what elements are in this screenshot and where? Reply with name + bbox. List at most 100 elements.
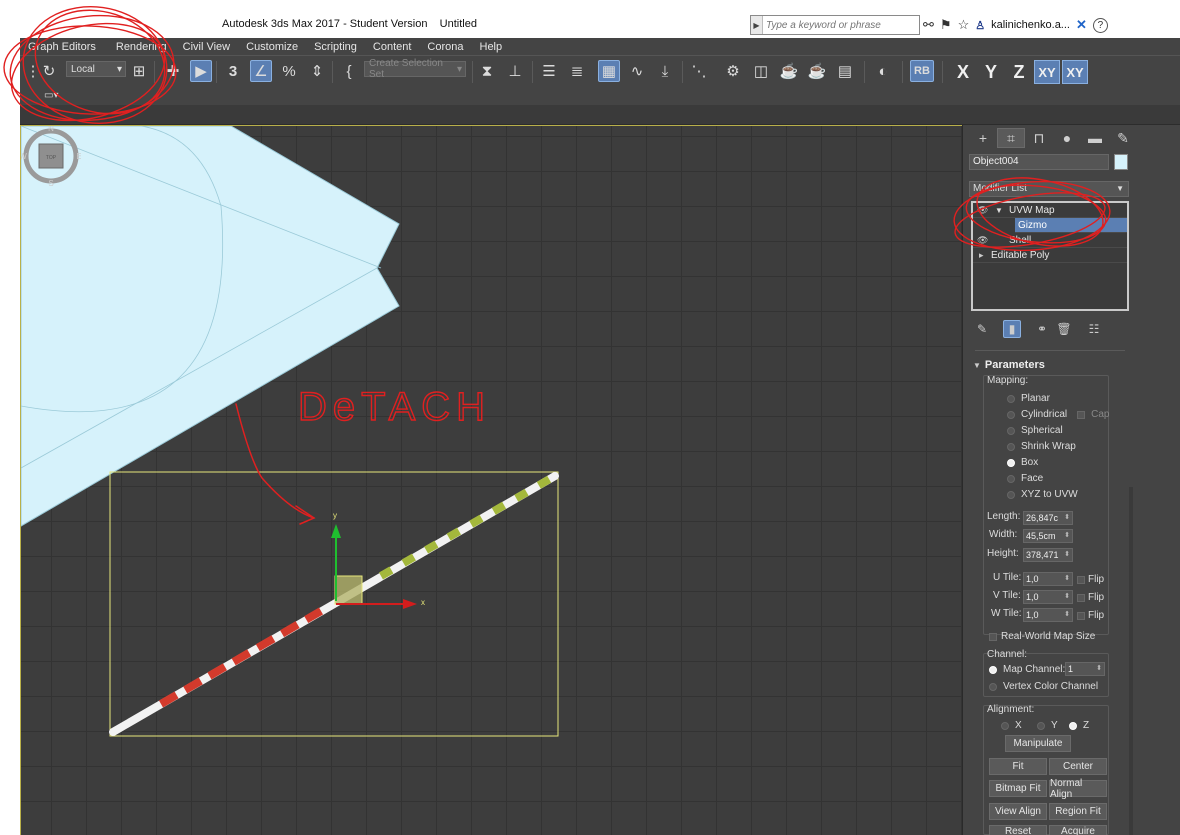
render-frame-icon[interactable]: ☕: [778, 60, 800, 82]
spinner-arrows-icon[interactable]: ⬍: [1096, 663, 1102, 675]
menu-corona[interactable]: Corona: [419, 41, 471, 53]
radio[interactable]: [1001, 721, 1009, 730]
mapping-shrink-wrap[interactable]: Shrink Wrap: [1007, 441, 1076, 452]
map-channel-option[interactable]: Map Channel:: [989, 664, 1065, 675]
pivot-icon[interactable]: ⊞: [128, 60, 150, 82]
radio-selected[interactable]: [1069, 721, 1077, 730]
panel-scrollbar[interactable]: [1129, 487, 1133, 835]
pin-stack-icon[interactable]: ✎: [973, 320, 991, 338]
layer-explorer-icon[interactable]: ≣: [566, 60, 588, 82]
radio[interactable]: [1007, 394, 1015, 403]
schematic-view-icon[interactable]: ⋱: [688, 60, 710, 82]
cap-checkbox[interactable]: [1077, 410, 1086, 419]
radio[interactable]: [989, 682, 997, 691]
show-end-result-icon[interactable]: ▮: [1003, 320, 1021, 338]
radio-selected[interactable]: [1007, 458, 1015, 467]
rollout-header[interactable]: ▼ Parameters: [973, 359, 1123, 371]
radio[interactable]: [1007, 490, 1015, 499]
curve-editor-icon[interactable]: ∿: [626, 60, 648, 82]
axis-xy-cycle-button[interactable]: XY: [1062, 60, 1088, 84]
spinner-arrows-icon[interactable]: ⬍: [1064, 591, 1070, 603]
user-icon[interactable]: ♙: [975, 19, 985, 32]
manipulate-button[interactable]: Manipulate: [1005, 735, 1071, 752]
spinner-arrows-icon[interactable]: ⬍: [1064, 512, 1070, 524]
ribbon-icon[interactable]: ▦: [598, 60, 620, 82]
axis-xy-button[interactable]: XY: [1034, 60, 1060, 84]
region-fit-button[interactable]: Region Fit: [1049, 803, 1107, 820]
user-name[interactable]: kalinichenko.a...: [991, 19, 1070, 31]
move-icon[interactable]: ✚: [162, 60, 184, 82]
object-color-swatch[interactable]: [1114, 154, 1128, 170]
exchange-icon[interactable]: ✕: [1076, 17, 1087, 33]
stack-item-editable-poly[interactable]: ▸ Editable Poly: [973, 248, 1127, 263]
binoculars-icon[interactable]: ⚯: [923, 17, 934, 33]
v-flip[interactable]: Flip: [1077, 592, 1104, 603]
search-input[interactable]: [763, 19, 913, 31]
communication-icon[interactable]: ⚑: [940, 17, 952, 33]
collapse-icon[interactable]: ▼: [973, 361, 981, 370]
mapping-cylindrical[interactable]: Cylindrical Cap: [1007, 409, 1109, 420]
create-tab-icon[interactable]: +: [969, 128, 997, 148]
help-icon[interactable]: ?: [1092, 17, 1108, 33]
dope-sheet-icon[interactable]: ⤓: [654, 60, 676, 82]
snap-toggle-icon[interactable]: 3: [222, 60, 244, 82]
menu-customize[interactable]: Customize: [238, 41, 306, 53]
menu-scripting[interactable]: Scripting: [306, 41, 365, 53]
render-iterative-icon[interactable]: ▤: [834, 60, 856, 82]
spinner-arrows-icon[interactable]: ⬍: [1064, 549, 1070, 561]
display-tab-icon[interactable]: ▬: [1081, 128, 1109, 148]
flip-checkbox[interactable]: [1077, 611, 1085, 620]
viewport-layout-icon[interactable]: ▭▾: [44, 90, 58, 101]
menu-graph-editors[interactable]: Graph Editors: [20, 41, 104, 53]
spinner-arrows-icon[interactable]: ⬍: [1064, 573, 1070, 585]
bitmap-fit-button[interactable]: Bitmap Fit: [989, 780, 1047, 797]
angle-snap-icon[interactable]: ∠: [250, 60, 272, 82]
eye-icon[interactable]: 👁: [977, 203, 988, 218]
make-unique-icon[interactable]: ⚭: [1033, 320, 1051, 338]
menu-rendering[interactable]: Rendering: [104, 41, 175, 53]
spinner-arrows-icon[interactable]: ⬍: [1064, 530, 1070, 542]
menu-help[interactable]: Help: [472, 41, 511, 53]
expand-icon[interactable]: ▼: [995, 203, 1003, 218]
height-spinner[interactable]: 378,471 ⬍: [1023, 548, 1073, 562]
plane-mesh[interactable]: [21, 126, 400, 527]
u-flip[interactable]: Flip: [1077, 574, 1104, 585]
map-channel-spinner[interactable]: 1 ⬍: [1065, 662, 1105, 676]
mapping-xyz-to-uvw[interactable]: XYZ to UVW: [1007, 489, 1078, 500]
stack-item-uvw-map[interactable]: 👁 ▼ UVW Map: [973, 203, 1127, 218]
radio[interactable]: [1007, 474, 1015, 483]
radio-selected[interactable]: [989, 665, 997, 674]
u-tile-spinner[interactable]: 1,0 ⬍: [1023, 572, 1073, 586]
utilities-tab-icon[interactable]: ✎: [1109, 128, 1137, 148]
align-x[interactable]: X: [1001, 720, 1022, 731]
star-icon[interactable]: ☆: [958, 17, 970, 33]
mirror-icon[interactable]: ⧗: [476, 60, 498, 82]
motion-tab-icon[interactable]: ●: [1053, 128, 1081, 148]
fit-button[interactable]: Fit: [989, 758, 1047, 775]
radio[interactable]: [1007, 410, 1015, 419]
length-spinner[interactable]: 26,847c ⬍: [1023, 511, 1073, 525]
mapping-spherical[interactable]: Spherical: [1007, 425, 1063, 436]
center-button[interactable]: Center: [1049, 758, 1107, 775]
eye-icon[interactable]: 👁: [977, 233, 988, 248]
normal-align-button[interactable]: Normal Align: [1049, 778, 1107, 800]
mapping-face[interactable]: Face: [1007, 473, 1043, 484]
search-box[interactable]: ▶: [750, 15, 920, 35]
corona-icon[interactable]: ◐: [872, 60, 894, 82]
mapping-box[interactable]: Box: [1007, 457, 1038, 468]
v-tile-spinner[interactable]: 1,0 ⬍: [1023, 590, 1073, 604]
w-flip[interactable]: Flip: [1077, 610, 1104, 621]
coord-system-dropdown[interactable]: Local ▾: [66, 61, 126, 77]
axis-z-button[interactable]: Z: [1006, 60, 1032, 84]
axis-y-button[interactable]: Y: [978, 60, 1004, 84]
expand-icon[interactable]: ▸: [979, 248, 984, 263]
flip-checkbox[interactable]: [1077, 575, 1085, 584]
menu-content[interactable]: Content: [365, 41, 420, 53]
view-cube[interactable]: TOP N S E W: [21, 126, 81, 186]
real-world-map-size[interactable]: Real-World Map Size: [989, 631, 1095, 642]
render-production-icon[interactable]: ☕: [806, 60, 828, 82]
viewport-top[interactable]: y x TOP N S E W: [20, 125, 962, 835]
object-name-field[interactable]: Object004: [969, 154, 1109, 170]
remove-modifier-icon[interactable]: 🗑: [1055, 320, 1073, 338]
radio[interactable]: [1007, 442, 1015, 451]
